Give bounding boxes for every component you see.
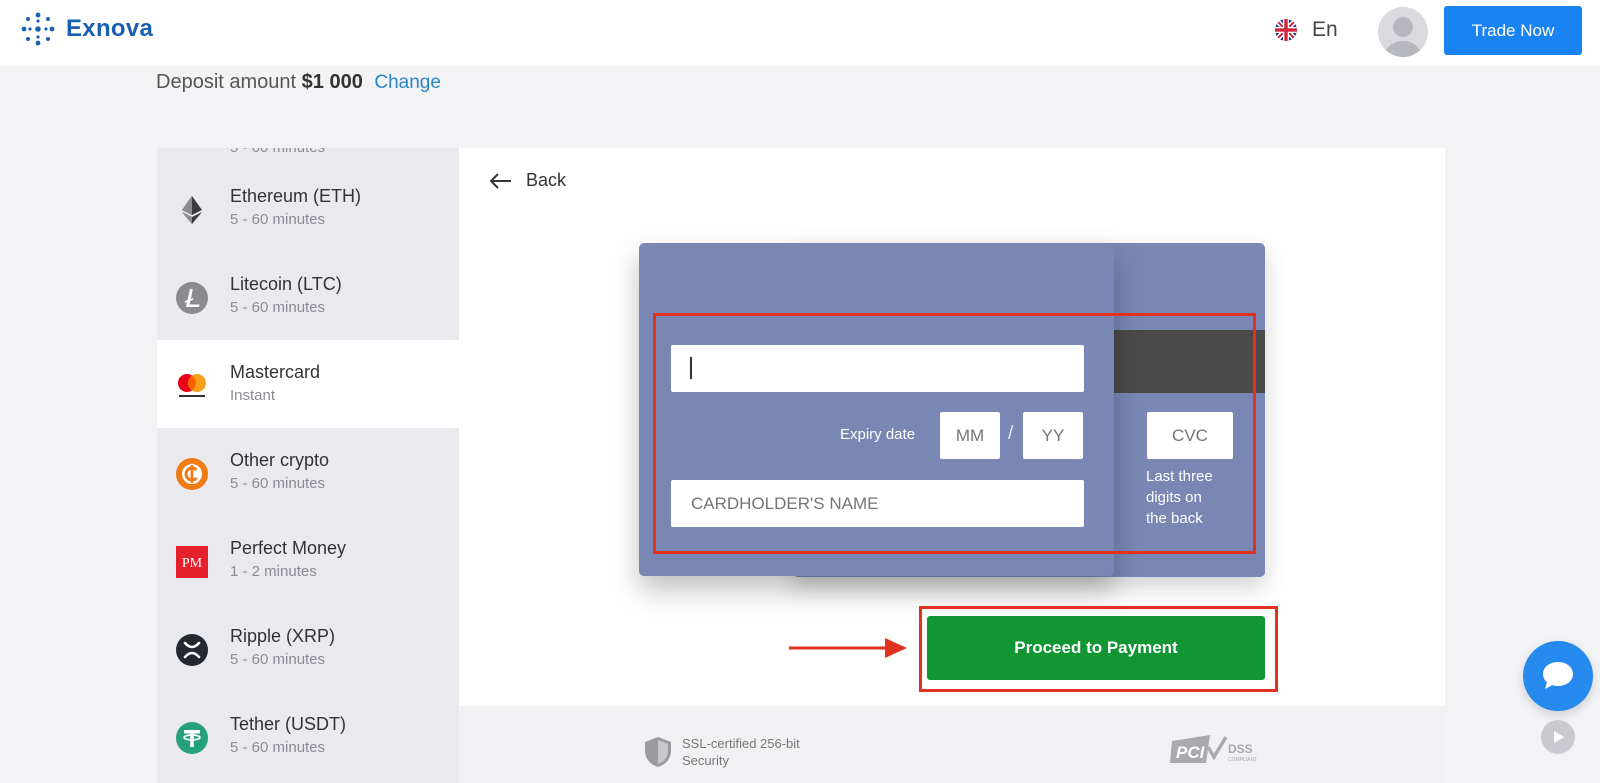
arrow-left-icon (490, 172, 511, 189)
ssl-line: SSL-certified 256-bit (682, 736, 800, 751)
method-time: 5 - 60 minutes (230, 651, 326, 668)
pci-dss-logo: PCI DSS COMPLIANT (1170, 735, 1257, 763)
annotation-arrow-icon (789, 638, 907, 658)
svg-text:COMPLIANT: COMPLIANT (1228, 757, 1257, 763)
deposit-amount: $1 000 (301, 71, 363, 93)
method-time: 5 - 60 minutes (230, 299, 326, 316)
top-header: Exnova En Trade Now (0, 0, 1600, 67)
method-time: 1 - 2 minutes (230, 563, 317, 580)
ssl-line: Security (682, 753, 729, 768)
deposit-label: Deposit amount (156, 71, 297, 93)
chat-button[interactable] (1523, 641, 1593, 711)
method-time: 5 - 60 minutes (230, 739, 326, 756)
avatar[interactable] (1378, 7, 1428, 57)
security-footer (459, 706, 1445, 783)
perfect-money-icon: PM (175, 545, 209, 579)
litecoin-icon (175, 281, 209, 315)
other-crypto-icon (175, 457, 209, 491)
method-time: 5 - 60 minutes (230, 211, 326, 228)
method-time-partial: 5 - 60 minutes (230, 148, 325, 156)
method-name: Other crypto (230, 450, 330, 470)
change-amount-link[interactable]: Change (374, 72, 441, 93)
ethereum-icon (175, 193, 209, 227)
method-item-mastercard[interactable]: Mastercard Instant (157, 340, 459, 428)
language-label: En (1312, 18, 1338, 41)
method-name: Mastercard (230, 362, 321, 382)
method-item-ripple[interactable]: Ripple (XRP) 5 - 60 minutes (157, 604, 459, 692)
annotation-frame-card-fields (653, 313, 1256, 554)
ssl-text: SSL-certified 256-bit Security (682, 735, 800, 769)
method-name: Tether (USDT) (230, 714, 347, 734)
trade-now-button[interactable]: Trade Now (1444, 6, 1582, 55)
shield-icon (645, 737, 671, 767)
method-name: Perfect Money (230, 538, 347, 558)
mastercard-icon (175, 369, 209, 403)
method-name: Ripple (XRP) (230, 626, 336, 646)
brand-logo[interactable]: Exnova (20, 11, 153, 47)
method-item-other-crypto[interactable]: Other crypto 5 - 60 minutes (157, 428, 459, 516)
media-play-button[interactable] (1541, 720, 1575, 754)
method-item-ethereum[interactable]: Ethereum (ETH) 5 - 60 minutes (157, 164, 459, 252)
ripple-icon (175, 633, 209, 667)
play-icon (1554, 731, 1564, 743)
tether-icon (175, 721, 209, 755)
brand-name: Exnova (66, 15, 154, 42)
method-item-perfect-money[interactable]: PM Perfect Money 1 - 2 minutes (157, 516, 459, 604)
user-silhouette-icon (1385, 17, 1421, 57)
method-item-tether[interactable]: Tether (USDT) 5 - 60 minutes (157, 692, 459, 780)
back-label: Back (526, 170, 567, 190)
svg-text:PCI: PCI (1176, 743, 1206, 762)
proceed-to-payment-button[interactable]: Proceed to Payment (927, 616, 1265, 680)
chat-bubble-icon (1543, 662, 1573, 689)
language-selector[interactable]: En (1274, 18, 1338, 42)
payment-methods-sidebar: 5 - 60 minutes Ethereum (ETH) 5 - 60 min… (157, 148, 459, 783)
method-item-litecoin[interactable]: Litecoin (LTC) 5 - 60 minutes (157, 252, 459, 340)
method-time: Instant (230, 387, 276, 404)
svg-text:DSS: DSS (1228, 742, 1253, 756)
method-time: 5 - 60 minutes (230, 475, 326, 492)
uk-flag-icon (1275, 19, 1297, 41)
deposit-amount-line: Deposit amount $1 000 Change (156, 71, 441, 94)
back-button[interactable]: Back (490, 170, 566, 191)
ssl-badge: SSL-certified 256-bit Security (644, 735, 800, 769)
svg-text:PM: PM (182, 556, 203, 571)
method-name: Litecoin (LTC) (230, 274, 342, 294)
method-name: Ethereum (ETH) (230, 186, 362, 206)
exnova-logo-icon (21, 12, 55, 46)
